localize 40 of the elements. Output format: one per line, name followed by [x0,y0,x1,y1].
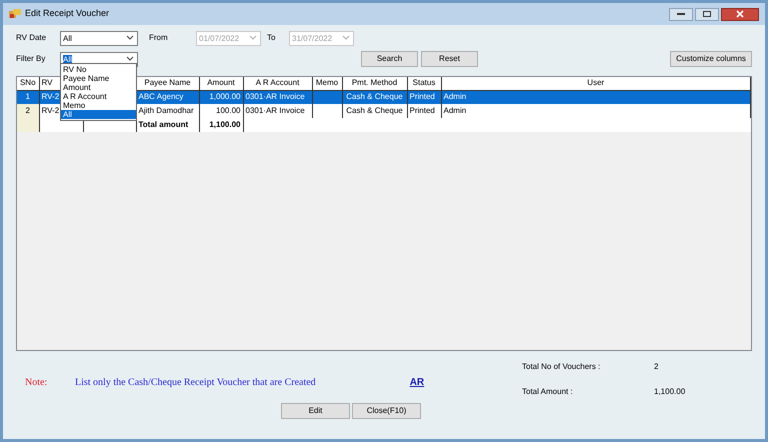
dropdown-option[interactable]: Amount [61,83,136,92]
column-header[interactable]: SNo [17,77,39,90]
customize-columns-button[interactable]: Customize columns [670,51,752,67]
chevron-icon [126,35,134,41]
total-value: 1,100.00 [199,118,243,132]
rv-date-dropdown[interactable]: All [60,30,138,46]
column-header[interactable]: A R Account [243,77,312,90]
note-text: List only the Cash/Cheque Receipt Voucher that are Created [75,376,316,390]
filter-by-label: Filter By [16,53,46,65]
chevron-icon [249,35,257,41]
table-cell: 2 [17,104,39,118]
edit-button[interactable]: Edit [281,403,350,419]
window-title: Edit Receipt Voucher [25,7,110,20]
close-button[interactable] [721,8,759,20]
column-header[interactable]: Amount [199,77,243,90]
chevron-icon [342,35,350,41]
close-f10-button[interactable]: Close(F10) [352,403,421,419]
column-header[interactable]: Status [407,77,441,90]
maximize-button[interactable] [695,8,719,20]
rv-date-label: RV Date [16,32,48,44]
close-icon [736,10,744,18]
minimize-button[interactable] [669,8,693,20]
ar-link[interactable]: AR [410,375,424,390]
summary-label: Total Amount : [522,386,574,398]
dropdown-option[interactable]: RV No [61,65,136,74]
search-button[interactable]: Search [361,51,418,67]
note-label: Note: [25,376,48,390]
chevron-icon [126,56,134,62]
dropdown-option[interactable]: All [61,110,136,119]
summary-label: Total No of Vouchers : [522,361,602,373]
app-icon [9,9,21,19]
summary-value: 2 [654,361,658,373]
column-header[interactable]: User [441,77,750,90]
from-label: From [149,32,169,44]
column-header[interactable]: Memo [312,77,342,90]
column-header[interactable]: Pmt. Method [342,77,407,90]
reset-button[interactable]: Reset [421,51,478,67]
to-label: To [267,32,276,44]
summary-value: 1,100.00 [654,386,686,398]
dropdown-option[interactable]: Payee Name [61,74,136,83]
